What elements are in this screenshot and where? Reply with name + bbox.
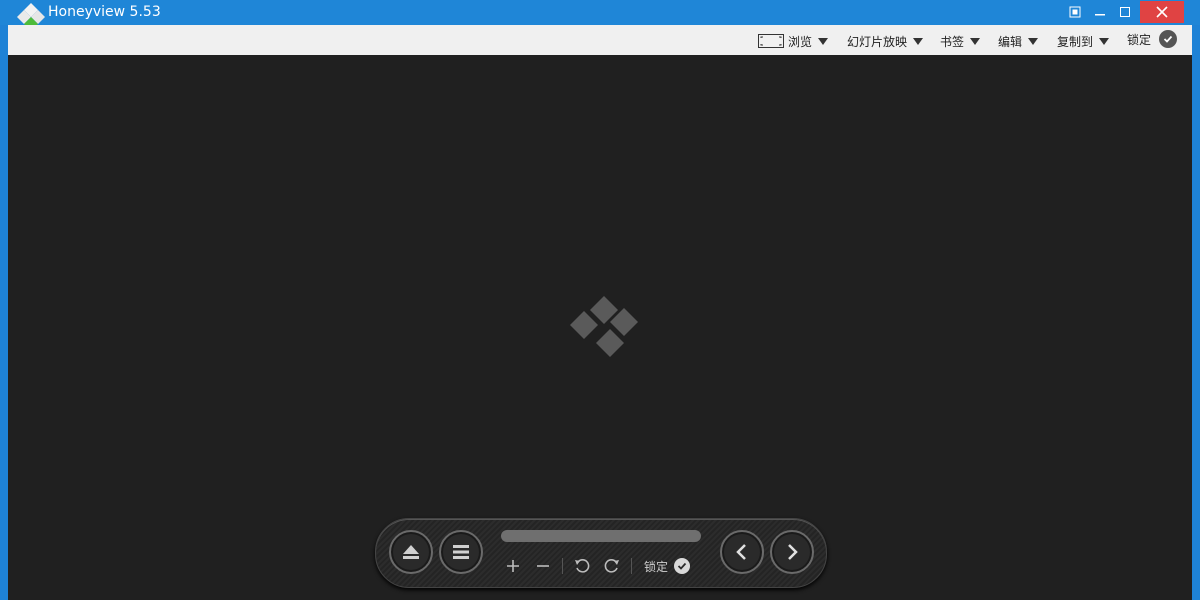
rotate-left-icon [575,559,590,573]
eject-button[interactable] [389,530,433,574]
edit-label: 编辑 [998,34,1023,49]
bookmark-label: 书签 [940,34,965,49]
check-icon [677,562,687,570]
dropdown-arrow-icon [1028,37,1039,45]
toolbar: 浏览 幻灯片放映 书签 编辑 复制到 锁定 [8,25,1192,56]
browse-label: 浏览 [788,34,813,49]
close-button[interactable] [1140,1,1184,23]
menu-button[interactable] [439,530,483,574]
dropdown-arrow-icon [818,37,829,45]
slideshow-menu[interactable]: 幻灯片放映 [847,32,924,50]
lock-label: 锁定 [644,559,669,574]
lock-toggle[interactable]: 锁定 [1127,30,1178,48]
zoom-in-icon [507,560,519,572]
close-icon [1156,6,1168,18]
maximize-button[interactable] [1115,1,1135,23]
lock-label: 锁定 [1127,32,1152,47]
fullscreen-button[interactable] [1066,1,1084,23]
lock-toggle-button[interactable] [674,558,691,574]
browse-frame-icon [758,34,784,48]
progress-slider[interactable] [501,530,701,542]
zoom-out-icon [537,565,549,567]
copy-to-label: 复制到 [1057,34,1094,49]
check-icon [1159,30,1178,48]
divider [562,558,563,574]
window-title: Honeyview 5.53 [48,4,161,20]
playback-control-bar: 锁定 [375,518,827,588]
previous-button[interactable] [720,530,764,574]
slideshow-label: 幻灯片放映 [847,34,908,49]
edit-menu[interactable]: 编辑 [998,32,1039,50]
rotate-right-icon [604,559,619,573]
dropdown-arrow-icon [970,37,981,45]
next-button[interactable] [770,530,814,574]
rotate-left-button[interactable] [569,553,595,579]
zoom-out-button[interactable] [530,553,556,579]
control-tools: 锁定 [500,553,691,579]
divider [631,558,632,574]
titlebar: Honeyview 5.53 [0,0,1200,31]
dropdown-arrow-icon [1099,37,1110,45]
eject-icon [403,545,419,559]
bookmark-menu[interactable]: 书签 [940,32,981,50]
app-window: Honeyview 5.53 浏览 幻灯片放映 书签 编辑 复制到 锁定 锁定 [0,0,1200,600]
browse-menu[interactable]: 浏览 [758,32,829,50]
minimize-icon [1095,14,1105,16]
copy-to-menu[interactable]: 复制到 [1057,32,1110,50]
menu-icon [453,545,469,559]
honeyview-placeholder-logo-icon [570,296,638,357]
zoom-in-button[interactable] [500,553,526,579]
minimize-button[interactable] [1090,1,1110,23]
image-viewer-area[interactable]: 锁定 [8,55,1192,600]
previous-icon [736,544,746,560]
rotate-right-button[interactable] [599,553,625,579]
fullscreen-icon [1069,6,1081,18]
maximize-icon [1120,7,1130,17]
dropdown-arrow-icon [913,37,924,45]
next-icon [788,544,798,560]
